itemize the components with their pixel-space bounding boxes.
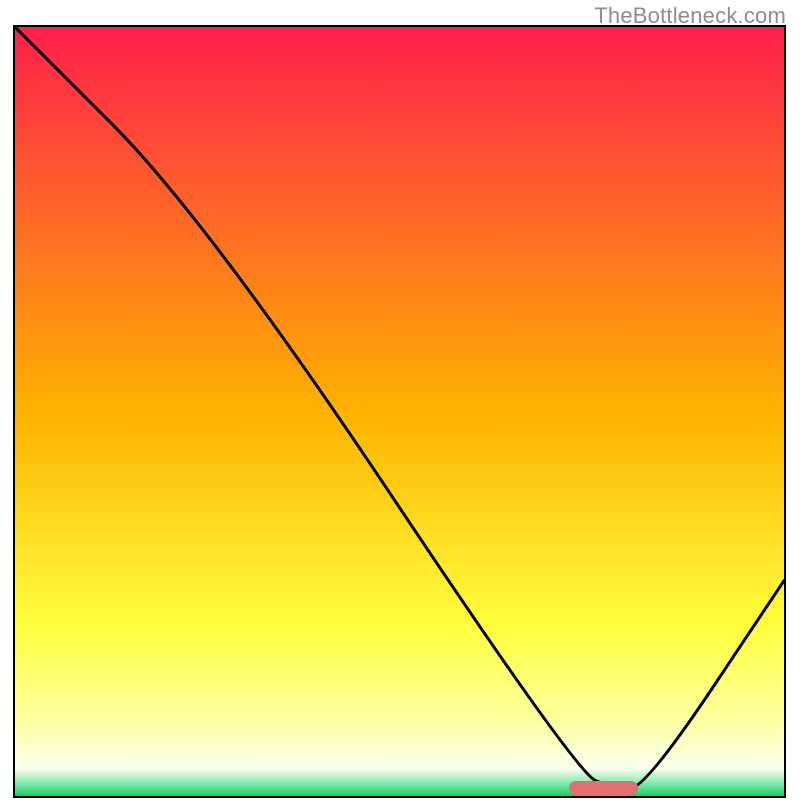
chart-frame	[13, 25, 786, 798]
chart-svg	[15, 27, 784, 796]
optimal-range-marker	[569, 781, 638, 795]
